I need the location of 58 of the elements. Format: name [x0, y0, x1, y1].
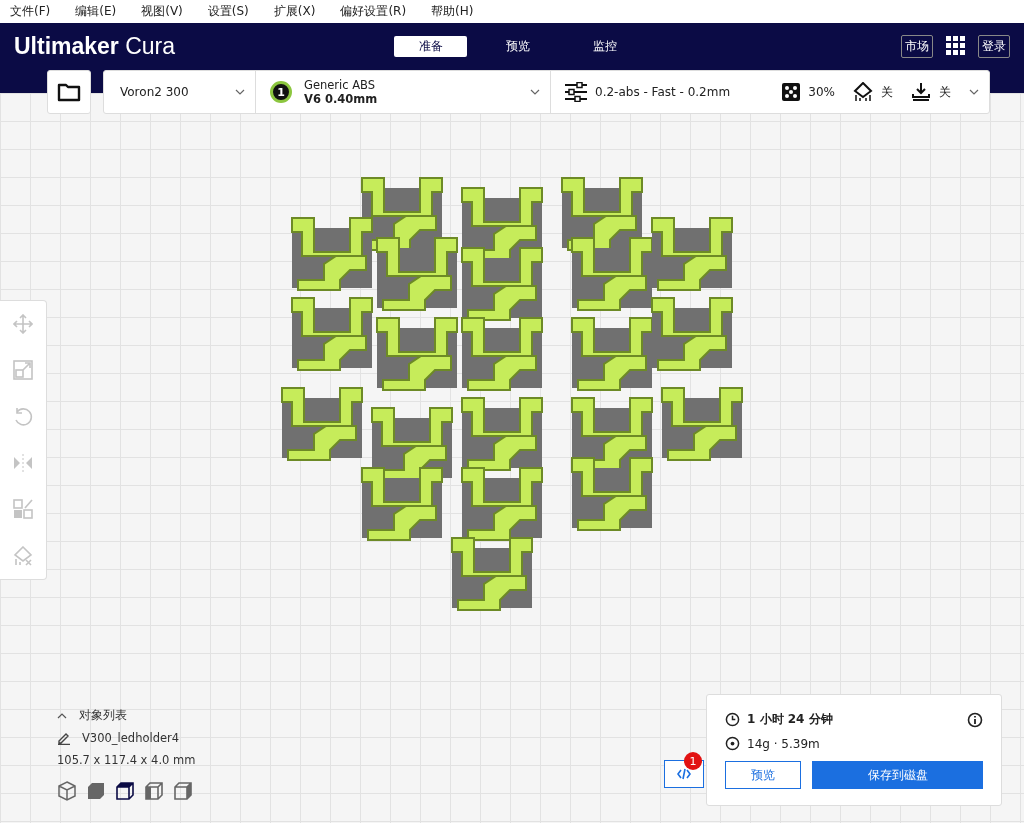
menu-item[interactable]: 文件(F) — [10, 3, 51, 20]
stage-tab[interactable]: 监控 — [568, 36, 641, 57]
cube-icon — [57, 781, 77, 801]
object-list-header[interactable]: 对象列表 — [79, 708, 127, 723]
infill-value: 30% — [808, 85, 835, 99]
profile-name: 0.2-abs - Fast - 0.2mm — [595, 85, 732, 99]
printer-name: Voron2 300 — [120, 85, 189, 99]
save-to-disk-button[interactable]: 保存到磁盘 — [812, 761, 983, 789]
stage-tab[interactable]: 预览 — [481, 36, 554, 57]
chevron-icon — [969, 89, 979, 95]
info-icon — [967, 711, 983, 728]
support-icon — [853, 82, 873, 102]
material-name: Generic ABS — [304, 78, 377, 92]
cube-icon — [115, 781, 135, 801]
print-settings-selector[interactable]: 0.2-abs - Fast - 0.2mm 30% 关 关 — [551, 71, 989, 113]
menu-item[interactable]: 视图(V) — [141, 3, 183, 20]
chevron-icon — [530, 89, 540, 95]
object-name: V300_ledholder4 — [82, 731, 180, 745]
menu-item[interactable]: 偏好设置(R) — [340, 3, 407, 20]
app-logo: Ultimaker Cura — [14, 33, 177, 60]
move-icon — [13, 314, 33, 335]
menu-item[interactable]: 设置(S) — [207, 3, 249, 20]
infill-icon — [782, 83, 801, 101]
per-model-settings-icon — [13, 499, 33, 520]
login-button[interactable]: 登录 — [978, 35, 1010, 58]
marketplace-button[interactable]: 市场 — [901, 35, 933, 58]
spool-icon — [725, 736, 740, 751]
extruder-badge: 1 — [270, 81, 292, 103]
adhesion-icon — [911, 82, 931, 102]
support-blocker-icon — [13, 545, 33, 566]
menu-item[interactable]: 扩展(X) — [273, 3, 316, 20]
support-value: 关 — [881, 83, 893, 101]
nozzle-name: V6 0.40mm — [304, 92, 379, 106]
menu-item[interactable]: 帮助(H) — [431, 3, 474, 20]
clock-icon — [725, 712, 740, 727]
scale-icon — [13, 360, 33, 381]
view-button[interactable] — [115, 781, 135, 801]
print-time: 1 小时 24 分钟 — [747, 711, 834, 728]
extruder-selector[interactable]: 1 Generic ABS V6 0.40mm — [256, 71, 551, 113]
object-dimensions: 105.7 x 117.4 x 4.0 mm — [57, 753, 196, 767]
rotate-icon — [13, 406, 33, 427]
menu-item[interactable]: 编辑(E) — [75, 3, 117, 20]
chevron-icon — [235, 89, 245, 95]
grid-icon — [946, 35, 965, 55]
code-icon — [677, 768, 691, 780]
folder-icon — [57, 82, 81, 102]
printer-selector[interactable]: Voron2 300 — [104, 71, 256, 113]
cube-icon — [144, 781, 164, 801]
cube-icon — [86, 781, 106, 801]
pencil-icon — [57, 731, 70, 745]
material-usage: 14g · 5.39m — [747, 736, 820, 751]
adhesion-value: 关 — [939, 83, 951, 101]
mirror-icon — [13, 453, 33, 474]
sliders-icon — [565, 82, 587, 102]
stage-tab[interactable]: 准备 — [394, 36, 467, 57]
preview-button[interactable]: 预览 — [725, 761, 801, 789]
cube-icon — [173, 781, 193, 801]
open-file-button[interactable] — [47, 70, 91, 114]
